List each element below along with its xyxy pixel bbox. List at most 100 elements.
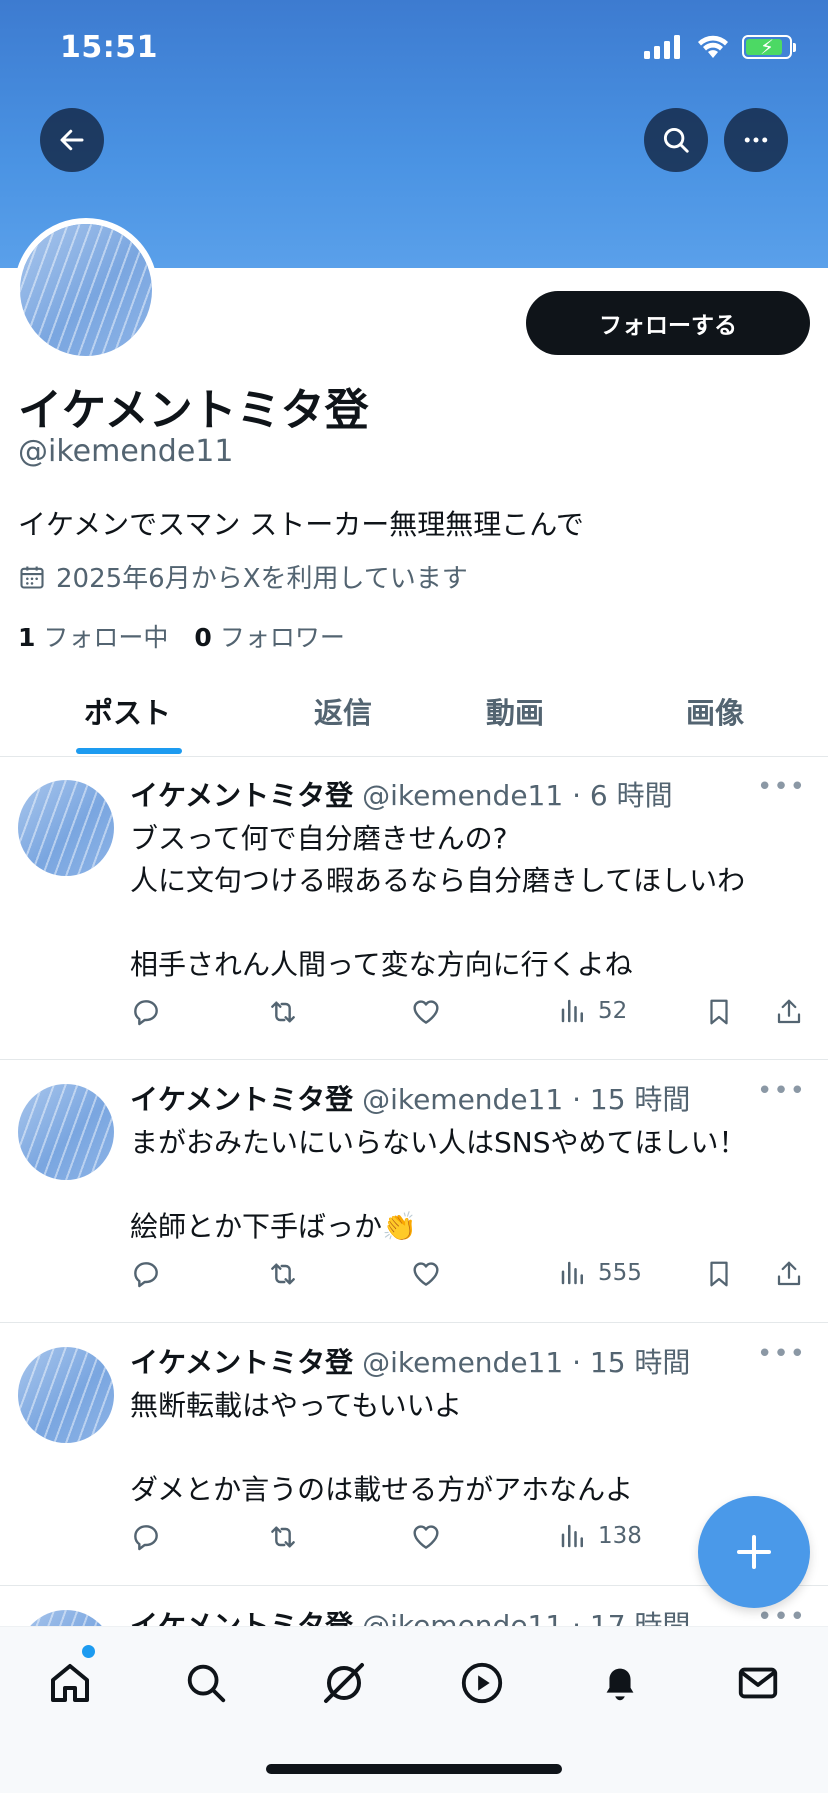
- views-count: 52: [598, 998, 628, 1024]
- nav-notifications[interactable]: [590, 1653, 650, 1713]
- more-icon: [744, 137, 768, 143]
- play-icon: [461, 1662, 503, 1704]
- bookmark-button[interactable]: [704, 1258, 734, 1290]
- nav-home[interactable]: [40, 1653, 100, 1713]
- status-time: 15:51: [60, 30, 158, 65]
- heart-icon: [413, 1262, 439, 1286]
- tab-posts[interactable]: ポスト: [84, 690, 171, 732]
- reply-button[interactable]: [130, 1521, 162, 1553]
- post-more-icon[interactable]: •••: [757, 1339, 806, 1369]
- post-avatar[interactable]: [18, 1347, 114, 1443]
- plus-icon: [737, 1535, 771, 1569]
- post-meta: @ikemende11 · 15 時間: [362, 1083, 691, 1116]
- repost-icon: [271, 1263, 295, 1285]
- reply-button[interactable]: [130, 996, 162, 1028]
- post-item[interactable]: イケメントミタ登 @ikemende11 · 6 時間 ••• ブスって何で自分…: [0, 756, 828, 1060]
- wifi-icon: [698, 35, 728, 58]
- home-indicator: [266, 1764, 562, 1774]
- post-actions: 52: [130, 996, 816, 1036]
- share-button[interactable]: [774, 1258, 804, 1290]
- views-count: 555: [598, 1260, 642, 1286]
- joined-date: 2025年6月からXを利用しています: [18, 558, 468, 595]
- post-text: まがおみたいにいらない人はSNSやめてほしい！ 絵師とか下手ばっか👏: [130, 1126, 747, 1243]
- views-button[interactable]: 52: [558, 996, 627, 1026]
- nav-search[interactable]: [176, 1653, 236, 1713]
- home-icon: [51, 1664, 89, 1702]
- views-button[interactable]: 138: [558, 1521, 642, 1551]
- profile-bio: イケメンでスマン ストーカー無理無理こんで: [18, 508, 584, 541]
- views-icon: [561, 1524, 583, 1548]
- post-author-name[interactable]: イケメントミタ登: [130, 779, 353, 812]
- reply-button[interactable]: [130, 1258, 162, 1290]
- post-more-icon[interactable]: •••: [757, 1076, 806, 1106]
- profile-name: イケメントミタ登: [18, 385, 369, 436]
- tab-replies[interactable]: 返信: [314, 690, 372, 732]
- post-meta: @ikemende11 · 17 時間: [362, 1609, 691, 1626]
- post-author-name[interactable]: イケメントミタ登: [130, 1609, 353, 1626]
- notification-dot: [80, 1643, 97, 1660]
- like-button[interactable]: [410, 1258, 442, 1290]
- reply-icon: [134, 1262, 158, 1288]
- bookmark-button[interactable]: [704, 996, 734, 1028]
- heart-icon: [413, 1000, 439, 1024]
- profile-handle: @ikemende11: [18, 434, 234, 469]
- heart-icon: [413, 1525, 439, 1549]
- views-icon: [561, 999, 583, 1023]
- post-avatar[interactable]: [18, 1610, 114, 1626]
- grok-icon: [324, 1663, 364, 1703]
- reply-icon: [134, 1525, 158, 1551]
- compose-button[interactable]: [698, 1496, 810, 1608]
- more-options-button[interactable]: [724, 108, 788, 172]
- post-more-icon[interactable]: •••: [757, 772, 806, 802]
- post-avatar[interactable]: [18, 780, 114, 876]
- repost-icon: [271, 1001, 295, 1023]
- mail-icon: [738, 1667, 778, 1699]
- views-icon: [561, 1261, 583, 1285]
- follow-button[interactable]: フォローする: [526, 291, 810, 355]
- post-author-name[interactable]: イケメントミタ登: [130, 1083, 353, 1116]
- nav-messages[interactable]: [728, 1653, 788, 1713]
- followers-link[interactable]: 0 フォロワー: [194, 618, 344, 654]
- views-button[interactable]: 555: [558, 1258, 642, 1288]
- repost-button[interactable]: [266, 996, 300, 1028]
- status-bar: 15:51 ⚡: [0, 0, 828, 100]
- views-count: 138: [598, 1523, 642, 1549]
- battery-icon: ⚡: [742, 35, 796, 59]
- nav-video[interactable]: [452, 1653, 512, 1713]
- post-meta: @ikemende11 · 6 時間: [362, 779, 673, 812]
- status-icons: ⚡: [644, 34, 796, 60]
- share-icon: [777, 999, 801, 1024]
- like-button[interactable]: [410, 1521, 442, 1553]
- follow-stats: 1 フォロー中 0 フォロワー: [18, 618, 345, 654]
- post-text: ブスって何で自分磨きせんの? 人に文句つける暇あるなら自分磨きしてほしいわ 相手…: [130, 822, 746, 981]
- post-item[interactable]: イケメントミタ登 @ikemende11 · 15 時間 ••• まがおみたいに…: [0, 1060, 828, 1323]
- like-button[interactable]: [410, 996, 442, 1028]
- tab-images[interactable]: 画像: [686, 690, 744, 732]
- tab-videos[interactable]: 動画: [486, 690, 544, 732]
- active-tab-indicator: [76, 748, 182, 754]
- search-button[interactable]: [644, 108, 708, 172]
- arrow-left-icon: [60, 129, 84, 151]
- reply-icon: [134, 1000, 158, 1026]
- back-button[interactable]: [40, 108, 104, 172]
- repost-button[interactable]: [266, 1258, 300, 1290]
- calendar-icon: [20, 566, 44, 589]
- signal-icon: [644, 35, 680, 59]
- search-icon: [187, 1664, 226, 1703]
- post-author-name[interactable]: イケメントミタ登: [130, 1346, 353, 1379]
- joined-text: 2025年6月からXを利用しています: [56, 564, 468, 594]
- post-meta: @ikemende11 · 15 時間: [362, 1346, 691, 1379]
- search-icon: [663, 127, 689, 153]
- post-avatar[interactable]: [18, 1084, 114, 1180]
- share-button[interactable]: [774, 996, 804, 1028]
- share-icon: [777, 1261, 801, 1286]
- repost-button[interactable]: [266, 1521, 300, 1553]
- post-text: 無断転載はやってもいいよ ダメとか言うのは載せる方がアホなんよ: [130, 1389, 634, 1506]
- bookmark-icon: [710, 999, 728, 1025]
- post-item[interactable]: イケメントミタ登 @ikemende11 · 17 時間 •••: [0, 1586, 828, 1626]
- post-actions: 555: [130, 1258, 816, 1298]
- profile-avatar[interactable]: [14, 218, 158, 362]
- following-link[interactable]: 1 フォロー中: [18, 618, 168, 654]
- bell-icon: [606, 1668, 634, 1701]
- nav-grok[interactable]: [314, 1653, 374, 1713]
